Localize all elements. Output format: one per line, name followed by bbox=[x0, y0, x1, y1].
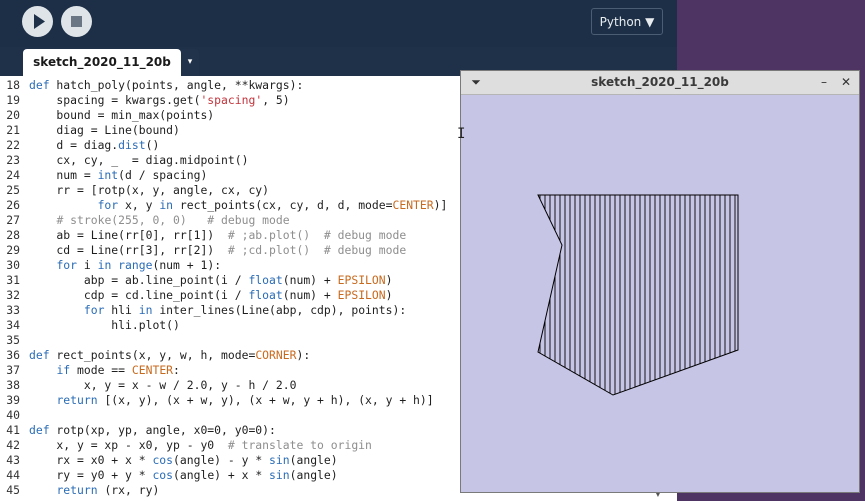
line-number: 19 bbox=[6, 93, 20, 107]
code-text: spacing = kwargs.get('spacing', 5) bbox=[29, 93, 290, 107]
code-text: if mode == CENTER: bbox=[56, 363, 180, 377]
code-text: return (rx, ry) bbox=[56, 483, 160, 497]
code-text: def rotp(xp, yp, angle, x0=0, y0=0): bbox=[29, 423, 276, 437]
code-text: x, y = xp - x0, yp - y0 # translate to o… bbox=[29, 438, 372, 452]
line-number: 34 bbox=[6, 318, 20, 332]
code-text: cdp = cd.line_point(i / float(num) + EPS… bbox=[29, 288, 393, 302]
code-text: cx, cy, _ = diag.midpoint() bbox=[29, 153, 249, 167]
hatched-polygon bbox=[537, 194, 739, 396]
sketch-window[interactable]: ⏷ sketch_2020_11_20b – ✕ bbox=[460, 70, 860, 493]
code-text: def rect_points(x, y, w, h, mode=CORNER)… bbox=[29, 348, 311, 362]
code-text: cd = Line(rr[3], rr[2]) # ;cd.plot() # d… bbox=[29, 243, 407, 257]
line-number: 36 bbox=[6, 348, 20, 362]
line-number: 26 bbox=[6, 198, 20, 212]
code-text: for hli in inter_lines(Line(abp, cdp), p… bbox=[83, 303, 407, 317]
code-text: rx = x0 + x * cos(angle) - y * sin(angle… bbox=[29, 453, 338, 467]
code-text: d = diag.dist() bbox=[29, 138, 160, 152]
line-number: 40 bbox=[6, 408, 20, 422]
close-icon[interactable]: ✕ bbox=[837, 71, 855, 94]
line-number: 21 bbox=[6, 123, 20, 137]
line-number: 33 bbox=[6, 303, 20, 317]
line-number: 31 bbox=[6, 273, 20, 287]
line-number: 23 bbox=[6, 153, 20, 167]
line-number: 41 bbox=[6, 423, 20, 437]
code-text: x, y = x - w / 2.0, y - h / 2.0 bbox=[29, 378, 297, 392]
code-text: diag = Line(bound) bbox=[29, 123, 180, 137]
code-text: rr = [rotp(x, y, angle, cx, cy) bbox=[29, 183, 270, 197]
sketch-title-bar[interactable]: ⏷ sketch_2020_11_20b – ✕ bbox=[461, 71, 859, 95]
line-number: 37 bbox=[6, 363, 20, 377]
code-text: hli.plot() bbox=[29, 318, 180, 332]
code-text: for i in range(num + 1): bbox=[56, 258, 222, 272]
code-text: # stroke(255, 0, 0) # debug mode bbox=[56, 213, 290, 227]
line-number: 20 bbox=[6, 108, 20, 122]
line-number: 42 bbox=[6, 438, 20, 452]
stop-button[interactable] bbox=[61, 6, 92, 37]
line-number: 27 bbox=[6, 213, 20, 227]
hatch-lines bbox=[539, 195, 736, 395]
tab-sketch[interactable]: sketch_2020_11_20b bbox=[23, 49, 181, 76]
sketch-canvas bbox=[537, 194, 739, 396]
line-number: 30 bbox=[6, 258, 20, 272]
sketch-window-title: sketch_2020_11_20b bbox=[591, 75, 729, 89]
line-number: 38 bbox=[6, 378, 20, 392]
stop-icon bbox=[71, 16, 82, 27]
code-text: return [(x, y), (x + w, y), (x + w, y + … bbox=[56, 393, 434, 407]
line-number: 45 bbox=[6, 483, 20, 497]
line-number: 44 bbox=[6, 468, 20, 482]
line-number: 29 bbox=[6, 243, 20, 257]
code-text: num = int(d / spacing) bbox=[29, 168, 208, 182]
code-text: def hatch_poly(points, angle, **kwargs): bbox=[29, 78, 304, 92]
line-number: 24 bbox=[6, 168, 20, 182]
line-number: 43 bbox=[6, 453, 20, 467]
minimize-icon[interactable]: – bbox=[815, 71, 833, 94]
line-number: 25 bbox=[6, 183, 20, 197]
text-cursor-icon: I bbox=[457, 126, 466, 142]
code-text: bound = min_max(points) bbox=[29, 108, 215, 122]
toolbar: Python ▼ bbox=[0, 0, 677, 47]
code-text: ry = y0 + y * cos(angle) + x * sin(angle… bbox=[29, 468, 338, 482]
run-button[interactable] bbox=[22, 6, 53, 37]
code-text: abp = ab.line_point(i / float(num) + EPS… bbox=[29, 273, 393, 287]
play-icon bbox=[34, 14, 45, 29]
line-number: 39 bbox=[6, 393, 20, 407]
code-text: for x, y in rect_points(cx, cy, d, d, mo… bbox=[97, 198, 448, 212]
line-number: 32 bbox=[6, 288, 20, 302]
line-number: 22 bbox=[6, 138, 20, 152]
tab-menu-button[interactable]: ▾ bbox=[181, 49, 199, 76]
line-number: 18 bbox=[6, 78, 20, 92]
line-number: 35 bbox=[6, 333, 20, 347]
code-text: ab = Line(rr[0], rr[1]) # ;ab.plot() # d… bbox=[29, 228, 407, 242]
mode-selector[interactable]: Python ▼ bbox=[591, 8, 663, 35]
line-number: 28 bbox=[6, 228, 20, 242]
